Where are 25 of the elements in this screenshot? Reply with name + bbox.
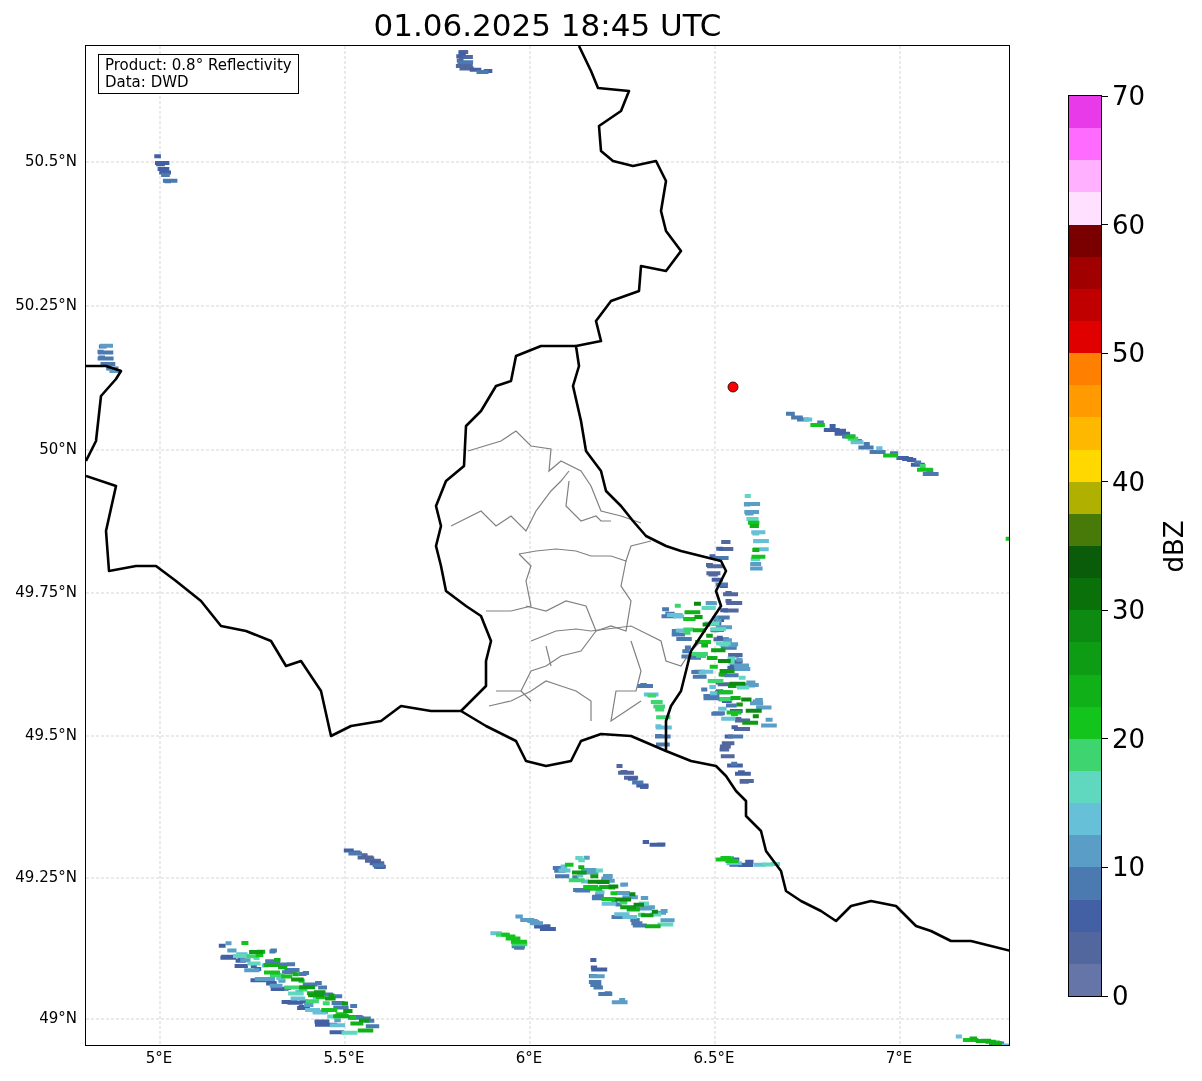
longitude-label: 7°E: [885, 1049, 913, 1067]
latitude-label: 49.25°N: [15, 868, 77, 886]
latitude-label: 50.25°N: [15, 296, 77, 314]
colorbar-label: dBZ: [1157, 519, 1190, 573]
colorbar-tick-label: 0: [1112, 981, 1129, 1011]
longitude-label: 5.5°E: [323, 1049, 365, 1067]
latitude-label: 49.5°N: [24, 726, 77, 744]
longitude-label: 6°E: [515, 1049, 543, 1067]
info-text: Data: DWD: [105, 74, 190, 91]
latitude-label: 50°N: [39, 440, 77, 458]
colorbar-tick-label: 20: [1112, 723, 1146, 754]
latitude-label: 49.75°N: [15, 583, 77, 601]
colorbar-tick-label: 50: [1112, 338, 1146, 369]
longitude-label: 6.5°E: [693, 1049, 735, 1067]
colorbar-tick-label: 40: [1112, 466, 1146, 497]
latitude-label: 50.5°N: [24, 152, 77, 170]
colorbar-tick-label: 10: [1112, 852, 1146, 883]
latitude-label: 49°N: [39, 1009, 77, 1027]
info-text: Product: 0.8° Reflectivity: [105, 57, 292, 74]
colorbar-tick-label: 30: [1112, 595, 1146, 626]
longitude-label: 5°E: [145, 1049, 173, 1067]
chart-title: 01.06.2025 18:45 UTC: [372, 6, 723, 45]
colorbar-tick-label: 60: [1112, 209, 1146, 240]
location-marker: [727, 381, 739, 393]
colorbar-tick-label: 70: [1112, 81, 1146, 111]
